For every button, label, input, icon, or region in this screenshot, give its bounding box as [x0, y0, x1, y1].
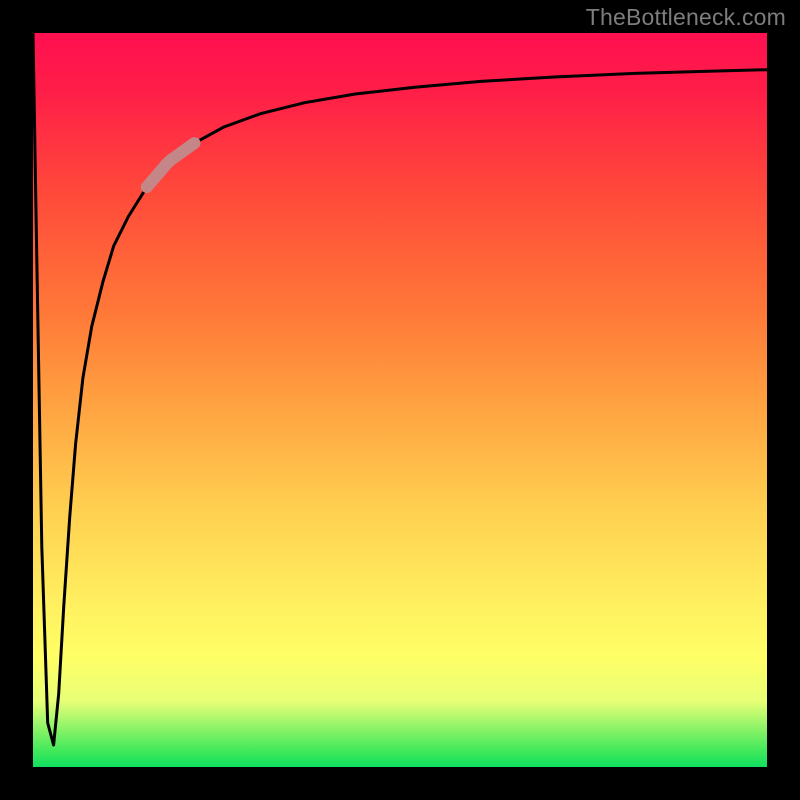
bottleneck-curve [33, 33, 767, 745]
watermark-text: TheBottleneck.com [586, 4, 786, 31]
highlight-segment [147, 143, 195, 187]
curve-layer [33, 33, 767, 767]
chart-frame: TheBottleneck.com [0, 0, 800, 800]
